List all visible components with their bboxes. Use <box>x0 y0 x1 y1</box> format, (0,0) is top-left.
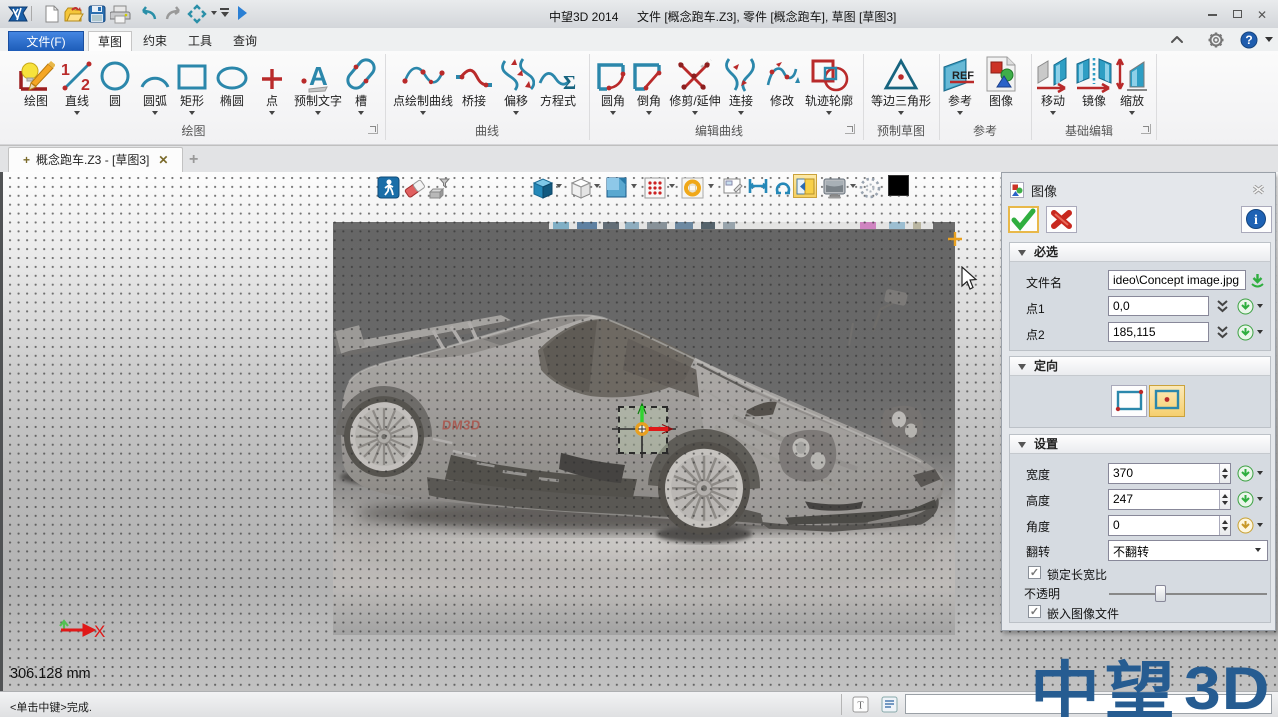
svg-text:Σ: Σ <box>563 72 576 93</box>
svg-text:?: ? <box>1245 33 1252 47</box>
svg-text:A: A <box>309 61 328 91</box>
svg-text:2: 2 <box>81 77 90 93</box>
svg-text:i: i <box>1254 213 1258 228</box>
svg-text:X: X <box>94 622 105 641</box>
svg-text:REF: REF <box>952 70 974 82</box>
svg-text:T: T <box>857 701 863 712</box>
svg-text:1: 1 <box>61 62 70 79</box>
